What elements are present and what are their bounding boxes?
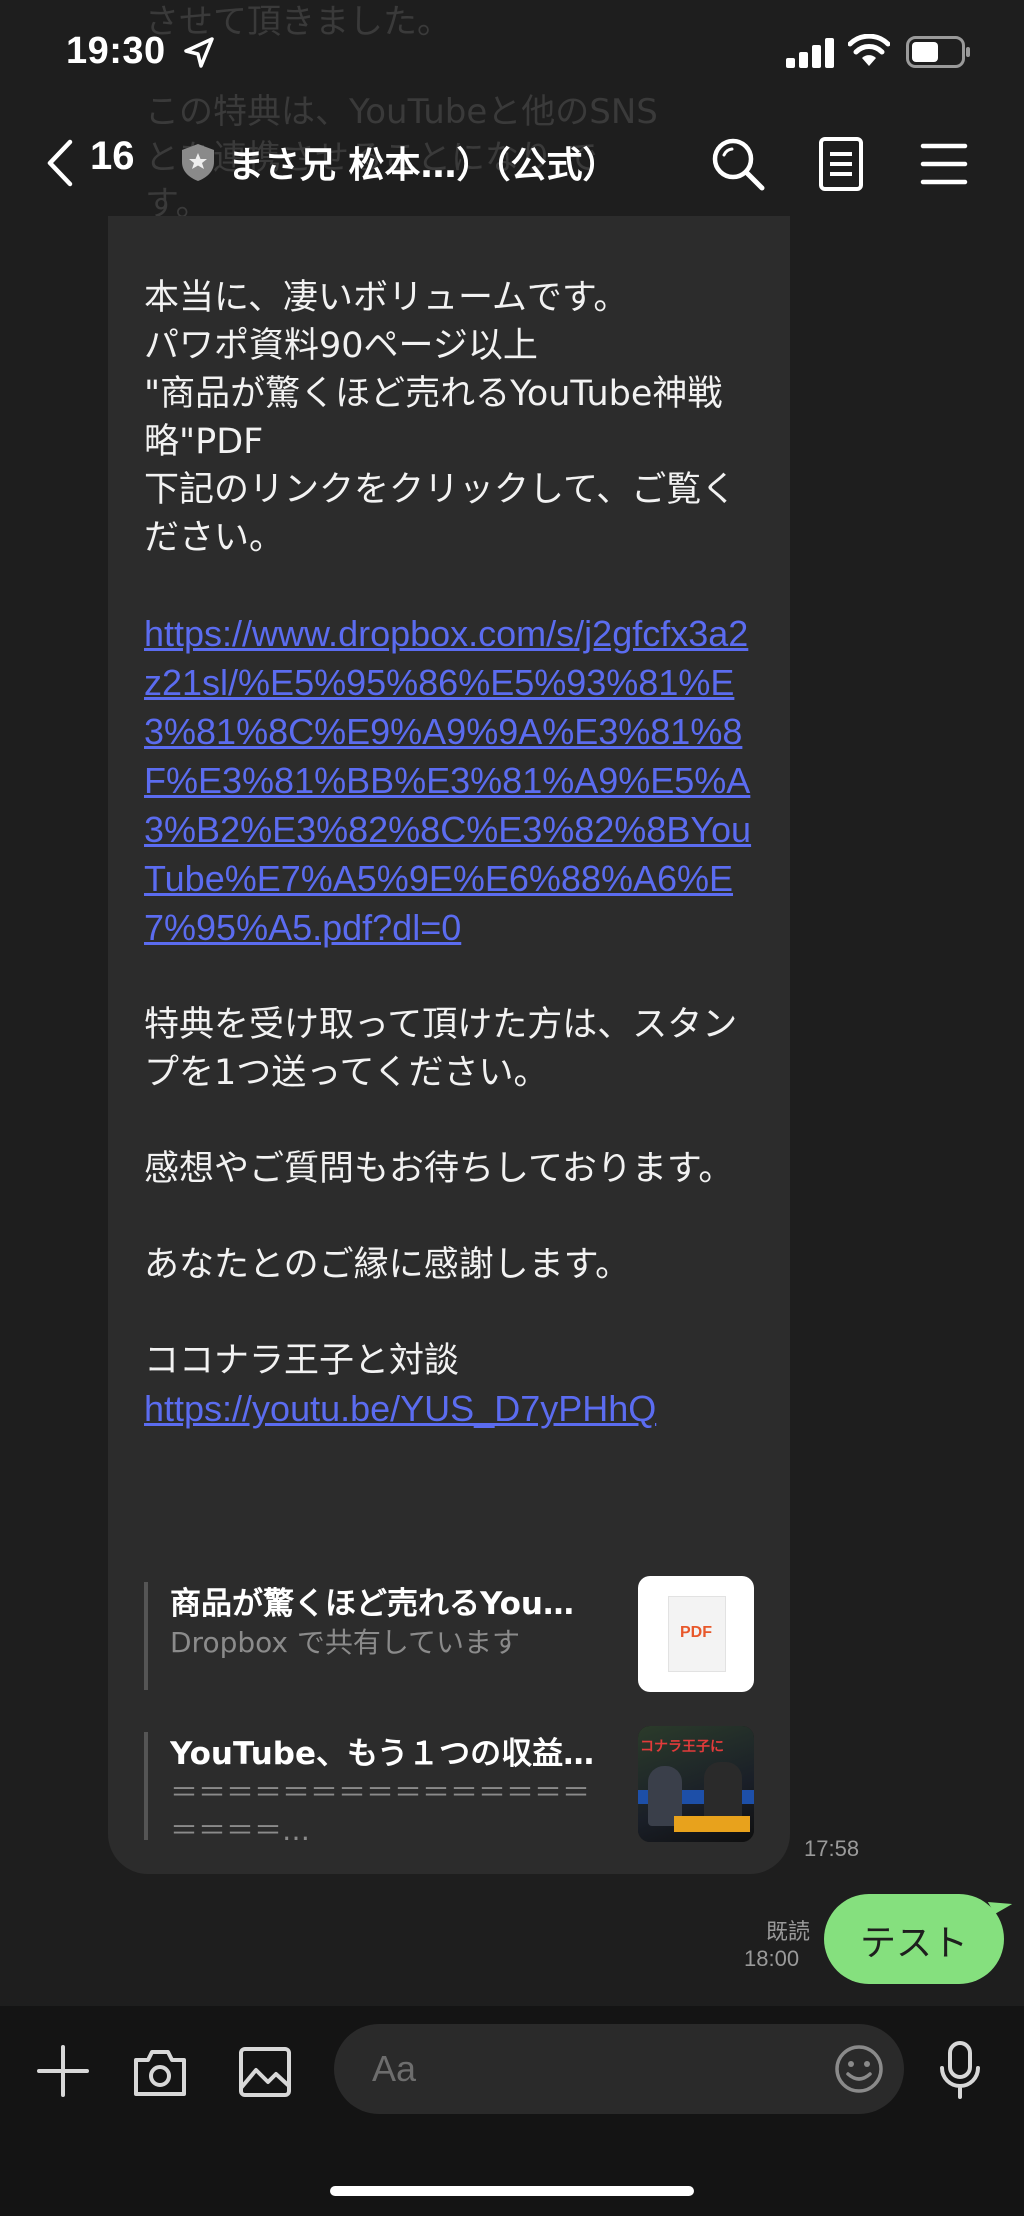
preview-subtitle: ＝＝＝＝＝＝＝＝＝＝＝＝＝＝＝＝＝＝＝… (170, 1776, 591, 1847)
preview-subtitle: Dropbox で共有しています (170, 1624, 600, 1662)
camera-icon[interactable] (132, 2046, 188, 2098)
pdf-icon: PDF (680, 1624, 712, 1641)
received-timestamp: 17:58 (804, 1836, 860, 1861)
cellular-signal-icon (786, 38, 834, 68)
sent-timestamp: 18:00 (744, 1946, 800, 1971)
message-line: 特典を受け取って頂けた方は、スタンプを1つ送ってください。 (144, 1005, 738, 1093)
message-line: ココナラ王子と対談 (144, 1341, 460, 1381)
notes-icon[interactable] (818, 136, 864, 192)
plus-icon[interactable] (36, 2044, 90, 2098)
ghost-text-1: させて頂きました。 (145, 2, 451, 42)
received-message-bubble: 本当に、凄いボリュームです。 パワポ資料90ページ以上 "商品が驚くほど売れるY… (108, 216, 790, 1874)
wifi-icon (848, 34, 890, 66)
message-line: 感想やご質問もお待ちしております。 (144, 1149, 734, 1189)
image-icon[interactable] (238, 2046, 292, 2098)
dropbox-link[interactable]: https://www.dropbox.com/s/j2gfcfx3a2z21s… (144, 613, 751, 948)
battery-icon (906, 36, 970, 68)
message-line: パワポ資料90ページ以上 (144, 326, 538, 366)
preview-bar (144, 1732, 148, 1840)
back-chevron-icon[interactable] (40, 138, 80, 188)
message-line: 本当に、凄いボリュームです。 (144, 278, 629, 318)
home-indicator (330, 2186, 694, 2196)
sent-message-text: テスト (859, 1923, 968, 1964)
preview-title: 商品が驚くほど売れるYou… (170, 1586, 574, 1622)
link-preview-dropbox[interactable]: 商品が驚くほど売れるYou… Dropbox で共有しています PDF (144, 1576, 754, 1692)
message-placeholder: Aa (372, 2048, 417, 2089)
preview-title: YouTube、もう１つの収益… (170, 1736, 595, 1772)
emoji-icon[interactable] (834, 2044, 884, 2094)
pdf-thumbnail: PDF (638, 1576, 754, 1692)
menu-icon[interactable] (920, 142, 968, 186)
link-preview-youtube[interactable]: YouTube、もう１つの収益… ＝＝＝＝＝＝＝＝＝＝＝＝＝＝＝＝＝＝＝… コナ… (144, 1726, 754, 1847)
preview-sub-rest: で共有しています (287, 1626, 521, 1659)
preview-brand: Dropbox (170, 1626, 288, 1659)
message-body: 本当に、凄いボリュームです。 パワポ資料90ページ以上 "商品が驚くほど売れるY… (144, 274, 764, 1434)
microphone-icon[interactable] (938, 2040, 982, 2100)
chat-header: 16 まさ兄 松本…）（公式） (0, 112, 1024, 216)
message-input[interactable]: Aa (334, 2024, 904, 2114)
search-icon[interactable] (710, 136, 766, 192)
chat-title[interactable]: まさ兄 松本…）（公式） (228, 136, 619, 188)
official-shield-icon (182, 144, 214, 181)
message-line: "商品が驚くほど売れるYouTube神戦略"PDF (144, 374, 723, 462)
message-line: あなたとのご縁に感謝します。 (144, 1245, 631, 1285)
preview-bar (144, 1582, 148, 1690)
video-thumbnail: コナラ王子に (638, 1726, 754, 1842)
unread-count[interactable]: 16 (90, 134, 135, 179)
youtube-link[interactable]: https://youtu.be/YUS_D7yPHhQ (144, 1388, 656, 1429)
read-receipt: 既読 (765, 1920, 810, 1945)
message-input-bar: Aa (0, 2006, 1024, 2216)
thumbnail-caption: コナラ王子に (640, 1739, 724, 1755)
message-line: 下記のリンクをクリックして、ご覧ください。 (144, 470, 737, 558)
